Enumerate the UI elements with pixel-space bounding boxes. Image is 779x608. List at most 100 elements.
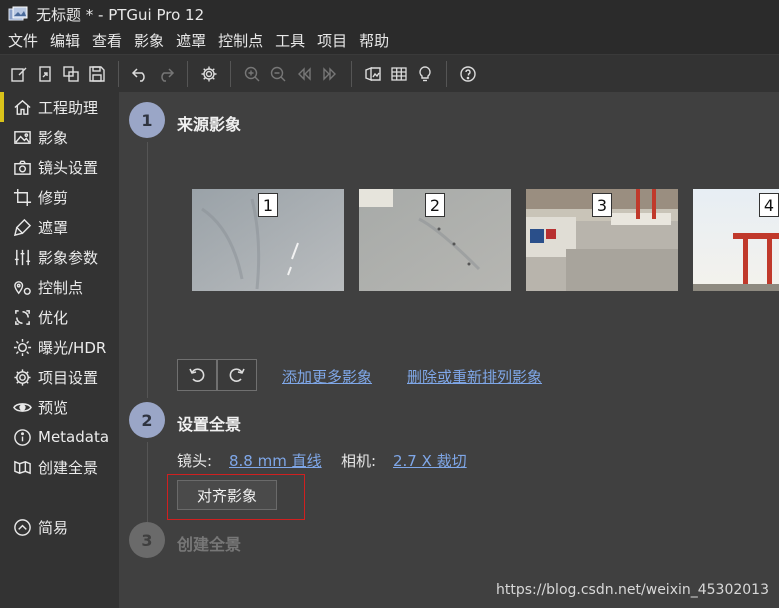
sidebar-item-lens-settings[interactable]: 镜头设置 (0, 152, 119, 182)
rotate-cw-icon (229, 368, 245, 382)
sidebar-item-images[interactable]: 影象 (0, 122, 119, 152)
simple-mode-label: 简易 (38, 518, 69, 537)
sidebar-item-label: 优化 (38, 308, 69, 327)
sidebar-item-optimize[interactable]: 优化 (0, 302, 119, 332)
image-thumbnail-3[interactable]: 3 (526, 189, 678, 291)
menu-control-points[interactable]: 控制点 (212, 28, 269, 54)
toolbar-separator (118, 60, 119, 87)
lightbulb-icon[interactable] (412, 61, 438, 87)
sidebar-item-control-points[interactable]: 控制点 (0, 272, 119, 302)
info-icon (12, 427, 32, 447)
simple-mode-toggle[interactable]: 简易 (0, 512, 119, 542)
menu-view[interactable]: 查看 (86, 28, 128, 54)
panorama-icon (12, 457, 32, 477)
delete-reorder-images-link[interactable]: 删除或重新排列影象 (407, 366, 542, 387)
camera-icon (12, 157, 32, 177)
settings-gear-icon[interactable] (196, 61, 222, 87)
rotate-right-button[interactable] (217, 359, 257, 391)
home-icon (12, 97, 32, 117)
image-thumbnail-1[interactable]: 1 (192, 189, 344, 291)
menu-bar: 文件 编辑 查看 影象 遮罩 控制点 工具 项目 帮助 (0, 28, 779, 54)
sidebar-item-label: 影象参数 (38, 248, 99, 267)
step-3-badge: 3 (129, 522, 165, 558)
toolbar (0, 54, 779, 92)
sidebar-item-crop[interactable]: 修剪 (0, 182, 119, 212)
menu-project[interactable]: 项目 (311, 28, 353, 54)
help-icon[interactable] (455, 61, 481, 87)
sidebar-item-label: 镜头设置 (38, 158, 99, 177)
rotate-ccw-icon (189, 368, 205, 382)
sidebar-item-label: 控制点 (38, 278, 84, 297)
sidebar-item-preview[interactable]: 预览 (0, 392, 119, 422)
ptgui-logo-icon (8, 6, 28, 21)
sidebar-item-project-settings[interactable]: 项目设置 (0, 362, 119, 392)
image-thumbnail-4[interactable]: 4 (693, 189, 779, 291)
image-number-label: 4 (759, 193, 779, 217)
project-assistant-panel: 1 来源影象 1 2 3 4 添加更多影象 删除或重新排列影象 2 设置全景 镜… (119, 92, 779, 608)
step-1-badge: 1 (129, 102, 165, 138)
menu-edit[interactable]: 编辑 (44, 28, 86, 54)
sidebar-item-label: 工程助理 (38, 98, 99, 117)
sidebar-item-label: 曝光/HDR (38, 338, 107, 357)
align-images-button[interactable]: 对齐影象 (177, 480, 277, 510)
window-title: 无标题 * - PTGui Pro 12 (36, 5, 205, 24)
toolbar-separator (351, 60, 352, 87)
lens-label: 镜头: (177, 452, 213, 470)
panorama-editor-icon[interactable] (360, 61, 386, 87)
menu-images[interactable]: 影象 (128, 28, 170, 54)
table-icon[interactable] (386, 61, 412, 87)
open-project-icon[interactable] (32, 61, 58, 87)
zoom-out-icon[interactable] (265, 61, 291, 87)
previous-icon[interactable] (291, 61, 317, 87)
optimize-icon (12, 307, 32, 327)
sidebar-item-label: 修剪 (38, 188, 69, 207)
add-more-images-link[interactable]: 添加更多影象 (282, 366, 372, 387)
sidebar-item-label: 影象 (38, 128, 69, 147)
crop-icon (12, 187, 32, 207)
sidebar-item-project-assistant[interactable]: 工程助理 (0, 92, 119, 122)
title-bar: 无标题 * - PTGui Pro 12 (0, 0, 779, 28)
image-thumbnail-2[interactable]: 2 (359, 189, 511, 291)
zoom-in-icon[interactable] (239, 61, 265, 87)
sidebar-item-image-parameters[interactable]: 影象参数 (0, 242, 119, 272)
sidebar-item-label: 创建全景 (38, 458, 99, 477)
menu-tools[interactable]: 工具 (269, 28, 311, 54)
sidebar-item-exposure-hdr[interactable]: 曝光/HDR (0, 332, 119, 362)
undo-icon[interactable] (127, 61, 153, 87)
step-3-title: 创建全景 (177, 535, 242, 554)
rotate-left-button[interactable] (177, 359, 217, 391)
image-number-label: 2 (425, 193, 445, 217)
step-connector (147, 442, 148, 522)
save-icon[interactable] (84, 61, 110, 87)
sidebar-item-metadata[interactable]: Metadata (0, 422, 119, 452)
image-icon (12, 127, 32, 147)
gear-icon (12, 367, 32, 387)
redo-icon[interactable] (153, 61, 179, 87)
sidebar-item-label: 项目设置 (38, 368, 99, 387)
sidebar-item-create-panorama[interactable]: 创建全景 (0, 452, 119, 482)
watermark-text: https://blog.csdn.net/weixin_45302013 (495, 582, 769, 598)
menu-file[interactable]: 文件 (2, 28, 44, 54)
save-as-icon[interactable] (58, 61, 84, 87)
new-project-icon[interactable] (6, 61, 32, 87)
step-2-title: 设置全景 (177, 415, 242, 434)
lens-value-link[interactable]: 8.8 mm 直线 (229, 450, 322, 471)
step-connector (147, 142, 148, 398)
camera-value-link[interactable]: 2.7 X 裁切 (393, 450, 467, 471)
sidebar-item-label: Metadata (38, 428, 110, 446)
next-icon[interactable] (317, 61, 343, 87)
eye-icon (12, 397, 32, 417)
camera-label: 相机: (341, 452, 377, 470)
control-points-icon (12, 277, 32, 297)
sidebar: 工程助理 影象 镜头设置 修剪 遮罩 影象参数 控制点 优化 曝光/HDR 项目… (0, 92, 119, 608)
step-1-title: 来源影象 (177, 115, 242, 134)
menu-mask[interactable]: 遮罩 (170, 28, 212, 54)
step-2-badge: 2 (129, 402, 165, 438)
toolbar-separator (187, 60, 188, 87)
image-number-label: 3 (592, 193, 612, 217)
menu-help[interactable]: 帮助 (353, 28, 395, 54)
sidebar-item-label: 预览 (38, 398, 69, 417)
image-number-label: 1 (258, 193, 278, 217)
sliders-icon (12, 247, 32, 267)
sidebar-item-mask[interactable]: 遮罩 (0, 212, 119, 242)
